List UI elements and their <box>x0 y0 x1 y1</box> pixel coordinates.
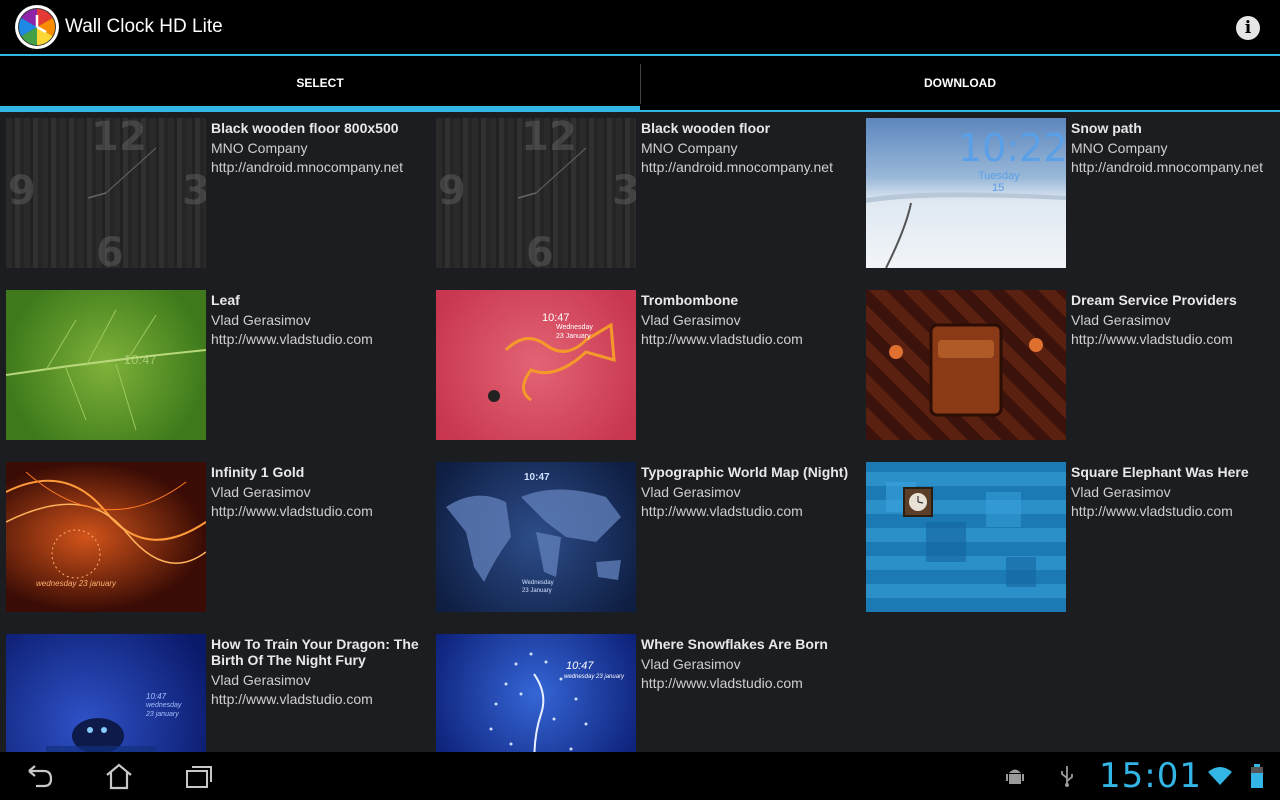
item-author: Vlad Gerasimov <box>211 672 311 688</box>
list-item[interactable]: 10:47 wednesday 23 january How To Train … <box>0 628 430 752</box>
status-clock: 15:01 <box>1099 756 1202 796</box>
item-url: http://www.vladstudio.com <box>211 691 373 707</box>
thumb-date: 23 January <box>556 333 591 340</box>
app-title: Wall Clock HD Lite <box>65 16 223 37</box>
list-item[interactable]: wednesday 23 january Infinity 1 Gold Vla… <box>0 456 430 612</box>
item-author: Vlad Gerasimov <box>211 484 311 500</box>
item-url: http://www.vladstudio.com <box>211 503 373 519</box>
list-item[interactable]: 10:47 wednesday 23 january Where Snowfla… <box>430 628 860 752</box>
thumb-date: 23 january <box>146 711 179 718</box>
info-icon[interactable]: i <box>1236 16 1260 40</box>
wallpaper-thumbnail: 10:47 <box>6 290 206 440</box>
android-debug-icon <box>1000 762 1030 790</box>
item-author: Vlad Gerasimov <box>641 656 741 672</box>
thumb-clock: 10:47 <box>566 660 594 672</box>
item-url: http://www.vladstudio.com <box>641 503 803 519</box>
item-title: Dream Service Providers <box>1071 292 1237 308</box>
back-icon[interactable] <box>24 762 54 790</box>
wallpaper-grid: 12 9 3 6 Black wooden floor 800x500 MNO … <box>0 112 1280 752</box>
item-author: Vlad Gerasimov <box>211 312 311 328</box>
item-title: Leaf <box>211 292 240 308</box>
list-item[interactable]: 10:47 Wednesday 23 January Trombombone V… <box>430 284 860 440</box>
system-nav-bar <box>0 752 1280 800</box>
item-url: http://www.vladstudio.com <box>211 331 373 347</box>
snowflake-tree-icon <box>489 652 588 752</box>
squares-icon <box>886 482 1036 587</box>
list-item[interactable]: Square Elephant Was Here Vlad Gerasimov … <box>860 456 1280 612</box>
wallpaper-thumbnail: wednesday 23 january <box>6 462 206 612</box>
thumb-date: wednesday 23 january <box>36 579 117 588</box>
item-author: MNO Company <box>1071 140 1168 156</box>
thumb-clock: 10:22 <box>958 126 1066 170</box>
tab-divider <box>640 64 641 104</box>
wallpaper-thumbnail: 12 9 3 6 <box>6 118 206 268</box>
item-author: Vlad Gerasimov <box>1071 484 1171 500</box>
item-author: Vlad Gerasimov <box>641 484 741 500</box>
thumb-date: 15 <box>992 182 1005 194</box>
thumb-clock: 10:47 <box>146 692 167 701</box>
app-clock-icon[interactable] <box>15 5 59 49</box>
item-title: Where Snowflakes Are Born <box>641 636 828 652</box>
list-item[interactable]: 10:47 Leaf Vlad Gerasimov http://www.vla… <box>0 284 430 440</box>
item-author: Vlad Gerasimov <box>1071 312 1171 328</box>
item-url: http://www.vladstudio.com <box>641 675 803 691</box>
thumb-date: 23 January <box>522 588 552 594</box>
list-item[interactable]: 10:47 Wednesday 23 January Typographic W… <box>430 456 860 612</box>
thumb-day: Wednesday <box>522 580 554 586</box>
wallpaper-thumbnail: 12 9 3 6 <box>436 118 636 268</box>
home-icon[interactable] <box>104 762 134 790</box>
wallpaper-thumbnail: 10:22 Tuesday 15 <box>866 118 1066 268</box>
wifi-icon <box>1205 762 1235 790</box>
trombone-icon <box>488 322 616 402</box>
dragon-moon-icon <box>28 650 156 752</box>
item-url: http://android.mnocompany.net <box>211 159 403 175</box>
clock-hands-icon <box>87 147 157 199</box>
tab-download[interactable]: DOWNLOAD <box>640 56 1280 110</box>
thumb-day: Tuesday <box>978 170 1020 182</box>
swirl-icon <box>6 471 206 579</box>
item-title: Typographic World Map (Night) <box>641 464 849 480</box>
item-title: Black wooden floor 800x500 <box>211 120 399 136</box>
item-url: http://www.vladstudio.com <box>1071 503 1233 519</box>
item-url: http://android.mnocompany.net <box>1071 159 1263 175</box>
thumb-day: wednesday <box>146 702 182 709</box>
item-title: Square Elephant Was Here <box>1071 464 1249 480</box>
wallpaper-thumbnail: 10:47 wednesday 23 january <box>436 634 636 752</box>
list-item[interactable]: 10:22 Tuesday 15 Snow path MNO Company h… <box>860 112 1280 268</box>
thumb-clock: 10:47 <box>524 472 550 483</box>
bed-icon <box>889 323 1043 417</box>
item-title: Black wooden floor <box>641 120 771 136</box>
item-url: http://www.vladstudio.com <box>1071 331 1233 347</box>
wallpaper-thumbnail <box>866 290 1066 440</box>
action-bar: Wall Clock HD Lite i <box>0 0 1280 56</box>
leaf-veins-icon <box>6 309 206 431</box>
item-author: Vlad Gerasimov <box>641 312 741 328</box>
thumb-day: Wednesday <box>556 324 593 331</box>
tab-select[interactable]: SELECT <box>0 56 640 112</box>
usb-icon <box>1052 762 1082 790</box>
item-author: MNO Company <box>211 140 308 156</box>
wallpaper-thumbnail: 10:47 Wednesday 23 January <box>436 290 636 440</box>
thumb-clock: 10:47 <box>124 352 157 367</box>
item-title: Trombombone <box>641 292 739 308</box>
clock-hands-icon <box>517 147 587 199</box>
list-item[interactable]: 12 9 3 6 Black wooden floor MNO Company … <box>430 112 860 268</box>
item-title: How To Train Your Dragon: The Birth Of T… <box>211 636 419 668</box>
item-author: MNO Company <box>641 140 738 156</box>
item-url: http://www.vladstudio.com <box>641 331 803 347</box>
wallpaper-thumbnail: 10:47 Wednesday 23 January <box>436 462 636 612</box>
item-title: Infinity 1 Gold <box>211 464 305 480</box>
recent-apps-icon[interactable] <box>184 762 214 790</box>
list-item[interactable]: 12 9 3 6 Black wooden floor 800x500 MNO … <box>0 112 430 268</box>
battery-icon <box>1242 762 1272 790</box>
item-url: http://android.mnocompany.net <box>641 159 833 175</box>
wallpaper-thumbnail: 10:47 wednesday 23 january <box>6 634 206 752</box>
thumb-date: wednesday 23 january <box>564 674 625 680</box>
list-item[interactable]: Dream Service Providers Vlad Gerasimov h… <box>860 284 1280 440</box>
wallpaper-thumbnail <box>866 462 1066 612</box>
thumb-clock: 10:47 <box>542 312 570 324</box>
item-title: Snow path <box>1071 120 1142 136</box>
